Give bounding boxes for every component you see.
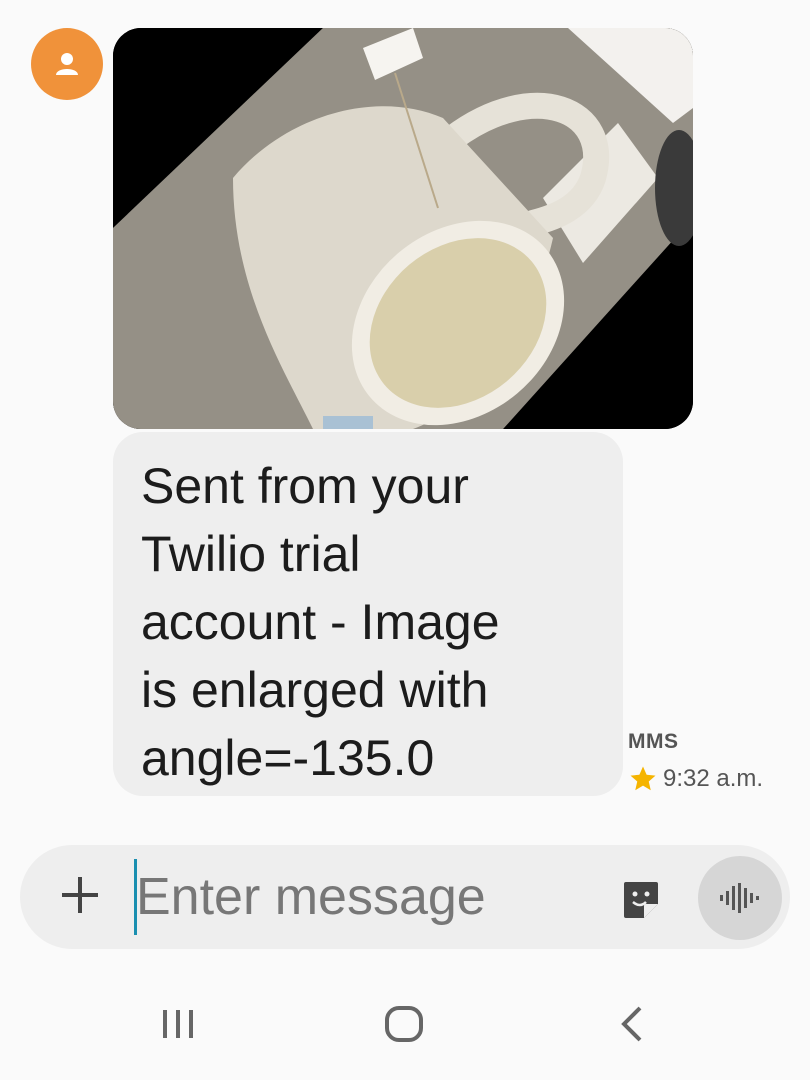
voice-record-button[interactable] [698, 856, 782, 940]
message-meta: MMS 9:32 a.m. [628, 730, 763, 794]
message-bubble[interactable]: Sent from your Twilio trial account - Im… [113, 432, 623, 796]
message-input[interactable] [136, 859, 596, 935]
sticker-icon[interactable] [620, 878, 662, 920]
home-icon[interactable] [384, 1004, 424, 1044]
voice-waveform-icon [720, 883, 759, 913]
plus-icon[interactable] [58, 873, 102, 917]
star-icon [630, 766, 656, 791]
person-icon [56, 53, 78, 75]
system-nav-bar [0, 990, 810, 1060]
time-row: 9:32 a.m. [628, 764, 763, 794]
back-icon[interactable] [618, 1004, 646, 1044]
received-image[interactable] [113, 28, 693, 429]
message-composer [20, 845, 790, 949]
message-text: Sent from your Twilio trial account - Im… [141, 458, 500, 786]
message-type-label: MMS [628, 730, 679, 753]
contact-avatar[interactable] [31, 28, 103, 100]
mug-photo [113, 28, 693, 429]
recent-apps-icon[interactable] [160, 1004, 196, 1044]
message-time: 9:32 a.m. [663, 765, 764, 792]
